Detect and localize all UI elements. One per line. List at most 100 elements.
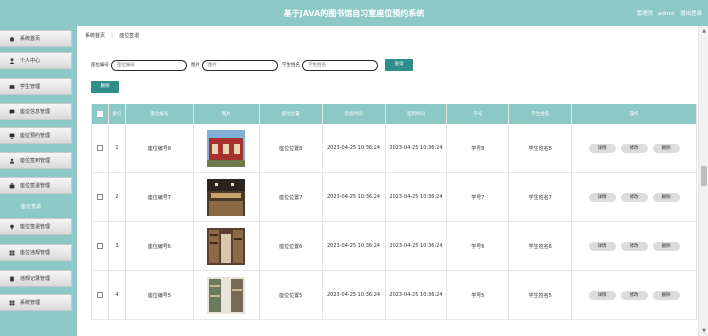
table-row: 4 座位编号5 座位位置5 2023-04-25 10:36:24 2023-0… — [92, 271, 697, 320]
column-header[interactable]: 座位位置 — [260, 104, 323, 124]
sidebar-item-system[interactable]: 系统管理 — [0, 294, 72, 311]
select-all-checkbox[interactable] — [96, 111, 103, 117]
location-cell: 座位位置5 — [260, 271, 323, 319]
edit-button[interactable]: 修改 — [620, 241, 648, 251]
delete-button[interactable]: 删除 — [652, 241, 680, 251]
image-label: 图片 — [191, 63, 200, 68]
student-name-cell: 学生姓名8 — [509, 124, 573, 172]
sidebar-item-seat-booking[interactable]: 座位预约管理 — [0, 127, 72, 144]
scroll-thumb[interactable] — [701, 166, 707, 186]
sidebar-item-label: 学生管理 — [20, 84, 41, 90]
delete-button[interactable]: 删除 — [652, 290, 680, 300]
actions-cell: 详情 修改 删除 — [572, 222, 697, 270]
row-checkbox[interactable] — [96, 243, 103, 249]
checkout-time-cell: 2023-04-25 10:36:24 — [323, 222, 386, 270]
checkin-time-cell: 2023-04-25 10:36:24 — [386, 271, 448, 319]
image-cell — [194, 173, 260, 221]
checkout-time-cell: 2023-04-25 10:36:24 — [323, 271, 386, 319]
table-row: 3 座位编号6 座位位置6 2023-04-25 10:36:24 2023-0… — [92, 222, 697, 271]
seat-photo[interactable] — [207, 276, 246, 314]
home-icon — [9, 36, 15, 42]
sidebar-item-seat-violation[interactable]: 座位违规管理 — [0, 244, 72, 261]
top-header: 基于JAVA的图书馆自习室座位预约系统 管理员 admin 退出登录 — [0, 0, 708, 26]
student-id-cell: 学号7 — [447, 173, 510, 221]
user-icon — [9, 58, 15, 64]
row-index: 4 — [109, 271, 126, 319]
checkin-time-cell: 2023-04-25 10:36:24 — [386, 222, 448, 270]
edit-button[interactable]: 修改 — [620, 290, 648, 300]
edit-button[interactable]: 修改 — [620, 143, 648, 153]
image-cell — [194, 271, 260, 319]
column-header[interactable]: 签退时间 — [323, 104, 386, 124]
sidebar-item-profile[interactable]: 个人中心 — [0, 52, 72, 69]
breadcrumb-home[interactable]: 系统首页 — [85, 33, 105, 39]
sidebar-item-label: 系统首页 — [20, 36, 41, 42]
grid-icon — [9, 250, 15, 256]
seat-no-cell: 座位编号7 — [126, 173, 194, 221]
page-scrollbar[interactable]: ▲ ▼ — [698, 26, 708, 336]
column-header: 操作 — [572, 104, 697, 124]
sidebar-item-seat-checkout-2[interactable]: 座位签退管理 — [0, 218, 72, 235]
sidebar-item-seat-checkin[interactable]: 座位签到管理 — [0, 152, 72, 169]
row-checkbox[interactable] — [96, 145, 103, 151]
seat-no-cell: 座位编号6 — [126, 222, 194, 270]
checkin-time-cell: 2023-04-25 10:36:24 — [386, 173, 448, 221]
details-button[interactable]: 详情 — [588, 192, 616, 202]
edit-button[interactable]: 修改 — [620, 192, 648, 202]
details-button[interactable]: 详情 — [588, 143, 616, 153]
checkout-time-cell: 2023-04-25 10:36:24 — [323, 173, 386, 221]
seat-no-input[interactable] — [111, 59, 187, 71]
table-row: 1 座位编号8 座位位置8 2023-04-25 10:36:24 2023-0… — [92, 124, 697, 173]
users-icon — [9, 84, 15, 90]
image-input[interactable] — [202, 59, 278, 71]
checkout-time-cell: 2023-04-25 10:36:24 — [323, 124, 386, 172]
column-header: 索引 — [109, 104, 126, 124]
location-cell: 座位位置7 — [260, 173, 323, 221]
search-button[interactable]: 查询 — [385, 59, 413, 71]
breadcrumb: 系统首页 ⋮ 座位签退 — [85, 32, 142, 39]
column-header[interactable]: 学生姓名 — [509, 104, 573, 124]
seat-photo[interactable] — [207, 227, 246, 265]
row-index: 2 — [109, 173, 126, 221]
column-header: 图片 — [194, 104, 260, 124]
scroll-down-icon[interactable]: ▼ — [699, 326, 708, 336]
row-select-cell — [92, 124, 109, 172]
table-header: 索引 座位编号 图片 座位位置 签退时间 签到时间 学号 学生姓名 操作 — [92, 104, 697, 124]
logout-link[interactable]: 退出登录 — [680, 11, 702, 17]
row-checkbox[interactable] — [96, 194, 103, 200]
delete-button[interactable]: 删除 — [652, 192, 680, 202]
actions-cell: 详情 修改 删除 — [572, 271, 697, 319]
student-name-cell: 学生姓名5 — [509, 271, 573, 319]
actions-cell: 详情 修改 删除 — [572, 124, 697, 172]
sidebar-item-seat-checkout[interactable]: 座位签退管理 — [0, 177, 72, 194]
sidebar-item-label: 座位签退管理 — [20, 224, 51, 230]
username: admin — [658, 11, 676, 17]
seat-no-label: 座位编号 — [91, 63, 109, 68]
sidebar-item-home[interactable]: 系统首页 — [0, 30, 72, 47]
details-button[interactable]: 详情 — [588, 241, 616, 251]
sidebar-item-violation-records[interactable]: 违规记录管理 — [0, 270, 72, 287]
seat-photo[interactable] — [207, 178, 246, 216]
sidebar-item-seat-info[interactable]: 座位信息管理 — [0, 103, 72, 120]
student-name-input[interactable] — [302, 59, 378, 71]
row-checkbox[interactable] — [96, 292, 103, 298]
sidebar-item-students[interactable]: 学生管理 — [0, 78, 72, 95]
breadcrumb-current: 座位签退 — [119, 33, 140, 39]
grid-icon — [9, 300, 15, 306]
sidebar-subitem-checkout[interactable]: 座位签退 — [0, 201, 72, 211]
column-header[interactable]: 签到时间 — [386, 104, 448, 124]
data-table: 索引 座位编号 图片 座位位置 签退时间 签到时间 学号 学生姓名 操作 1 座… — [91, 104, 697, 320]
column-header[interactable]: 座位编号 — [126, 104, 194, 124]
sidebar-item-label: 座位信息管理 — [20, 109, 51, 115]
delete-button[interactable]: 删除 — [652, 143, 680, 153]
details-button[interactable]: 详情 — [588, 290, 616, 300]
student-name-label: 学生姓名 — [282, 63, 300, 68]
row-select-cell — [92, 173, 109, 221]
column-header[interactable]: 学号 — [447, 104, 510, 124]
briefcase-icon — [9, 183, 15, 189]
bulk-delete-button[interactable]: 删除 — [91, 81, 119, 93]
seat-photo[interactable] — [207, 129, 246, 167]
sidebar-item-label: 系统管理 — [20, 300, 41, 306]
scroll-up-icon[interactable]: ▲ — [699, 26, 708, 36]
row-select-cell — [92, 271, 109, 319]
